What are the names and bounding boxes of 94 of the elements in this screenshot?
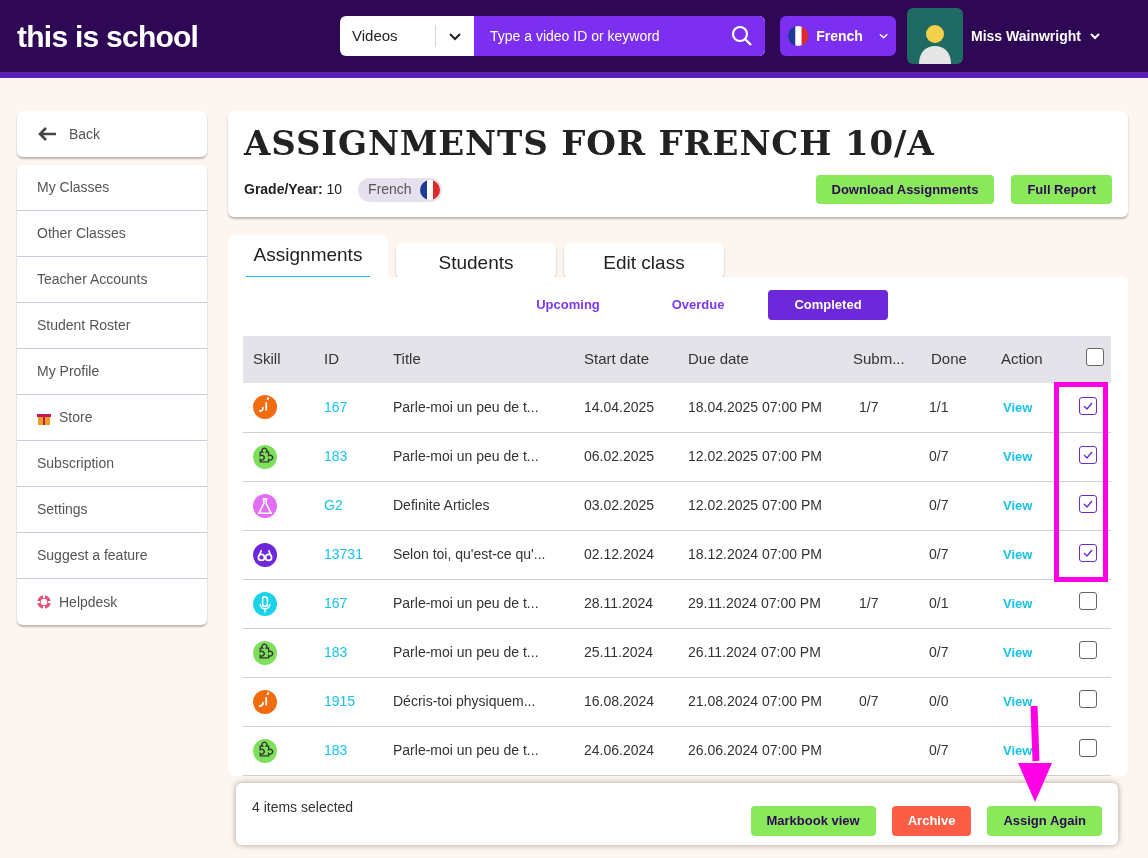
table-cell: Selon toi, qu'est-ce qu'... [393,546,546,562]
checkbox[interactable] [1086,347,1104,366]
column-header: Done [921,336,991,383]
checkbox[interactable] [1079,640,1097,659]
table-cell: 02.12.2024 [584,546,655,562]
table-cell: Parle-moi un peu de t... [393,595,539,611]
sidebar-item[interactable]: Suggest a feature [17,533,207,579]
table-cell: 1/7 [859,398,879,415]
table-cell: 0/7 [929,448,949,464]
table-cell: 1/7 [859,595,879,611]
sidebar-item[interactable]: Teacher Accounts [17,257,207,303]
column-header: Start date [574,336,678,383]
table-cell: 06.02.2025 [584,448,655,464]
column-header: Skill [243,336,314,383]
action-button[interactable]: Markbook view [750,806,876,836]
checkbox[interactable] [1079,495,1097,513]
table-cell: 18.04.2025 07:00 PM [688,398,822,415]
checkmark-icon [1082,498,1094,510]
sidebar-item[interactable]: My Classes [17,165,207,211]
column-header: Due date [678,336,843,383]
table-cell: 25.11.2024 [584,644,654,660]
table-cell: 16.08.2024 [584,693,655,709]
table-cell: 0/7 [929,497,949,513]
table-cell: 12.02.2025 07:00 PM [688,497,822,513]
filter-tab[interactable]: Overdue [638,290,758,320]
language-tag: French [358,177,442,202]
sidebar-item[interactable]: Student Roster [17,303,207,349]
checkbox[interactable] [1079,738,1097,757]
report-button[interactable]: Full Report [1011,175,1112,204]
filter-tab[interactable]: Completed [768,290,888,320]
flag-icon [419,179,440,200]
sidebar-item[interactable]: Helpdesk [17,579,207,625]
table-cell: Parle-moi un peu de t... [393,448,539,464]
logo[interactable]: this is school [17,13,340,59]
chevron-down-icon [878,31,888,41]
table-cell: 1/1 [929,398,949,415]
table-cell: 26.11.2024 07:00 PM [688,644,821,660]
flag-icon [788,25,809,47]
checkbox[interactable] [1079,396,1097,415]
arrow-left-icon [37,126,57,142]
tab[interactable]: Assignments [228,235,388,279]
table-cell: 0/0 [929,693,949,709]
checkbox[interactable] [1079,591,1097,610]
checkbox[interactable] [1079,689,1097,708]
tab[interactable]: Students [396,243,556,279]
user-menu[interactable]: Miss Wainwright [971,25,1101,47]
checkmark-icon [1082,449,1094,461]
column-header: Title [383,336,574,383]
table-cell: 28.11.2024 [584,595,654,611]
table-cell: Décris-toi physiquem... [393,693,536,709]
download-button[interactable]: Download Assignments [815,175,995,204]
table-cell: Definite Articles [393,497,490,513]
table-cell: 18.12.2024 07:00 PM [688,546,822,562]
table-cell: 12.02.2025 07:00 PM [688,448,822,464]
category-dropdown[interactable]: Videos [340,16,474,56]
table-cell: 0/7 [929,644,949,660]
table-cell: Parle-moi un peu de t... [393,644,539,660]
checkmark-icon [1082,547,1094,559]
table-cell: 24.06.2024 [584,742,655,758]
grade-label: Grade/Year: 10 [244,180,343,199]
checkbox[interactable] [1079,446,1097,464]
table-cell: 0/7 [859,693,879,709]
table-cell: 0/1 [929,595,949,611]
checkbox[interactable] [1079,544,1097,562]
search-icon [731,25,753,47]
lifebuoy-icon [37,595,51,609]
column-header: Action [991,336,1071,383]
column-header: Subm... [843,336,921,383]
sidebar-item[interactable]: Settings [17,487,207,533]
table-cell: 29.11.2024 07:00 PM [688,595,821,611]
tab[interactable]: Edit class [564,243,724,279]
sidebar-item[interactable]: Other Classes [17,211,207,257]
sidebar-item[interactable]: Subscription [17,441,207,487]
language-dropdown[interactable]: French [780,16,896,56]
chevron-down-icon [1088,30,1101,42]
table-cell: 0/7 [929,546,949,562]
back-button[interactable]: Back [17,111,207,157]
table-cell: 14.04.2025 [584,398,655,415]
table-cell: Parle-moi un peu de t... [393,742,539,758]
action-button[interactable]: Assign Again [987,806,1102,836]
table-cell: 03.02.2025 [584,497,655,513]
avatar[interactable] [907,8,963,64]
column-header: ID [314,336,383,383]
filter-tab[interactable]: Upcoming [508,290,628,320]
table-cell: 0/7 [929,742,949,758]
table-cell: 26.06.2024 07:00 PM [688,742,822,758]
table-cell: 21.08.2024 07:00 PM [688,693,822,709]
sidebar-item[interactable]: Store [17,395,207,441]
table-cell: Parle-moi un peu de t... [393,398,539,415]
page-title: ASSIGNMENTS FOR FRENCH 10/A [244,123,936,163]
selection-count: 4 items selected [252,798,354,817]
search-field[interactable]: Type a video ID or keyword [474,16,719,56]
search-button[interactable] [719,16,765,56]
sidebar-item[interactable]: My Profile [17,349,207,395]
